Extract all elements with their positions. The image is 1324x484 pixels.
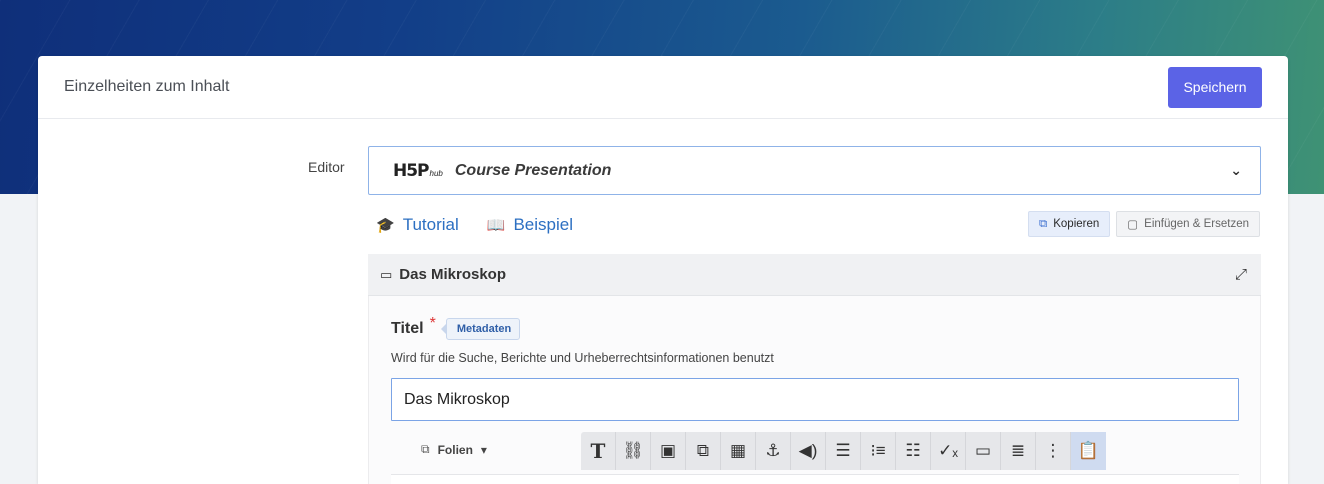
slide-canvas-top — [391, 474, 1239, 484]
caret-down-icon: ▾ — [480, 442, 487, 457]
card-header: Einzelheiten zum Inhalt Speichern — [38, 56, 1288, 119]
video-tool-icon[interactable]: ▦ — [721, 432, 756, 470]
slides-dropdown[interactable]: ⧉ Folien ▾ — [421, 442, 487, 457]
drag-text-tool-icon[interactable]: ▭ — [966, 432, 1001, 470]
tutorial-link[interactable]: 🎓 Tutorial — [376, 215, 459, 235]
content-toolbar: T ⛓ ▣ ⧉ ▦ ⚓ ◀) ☰ ⁝≡ ☷ ✓ₓ ▭ ≣ ⋮ 📋 — [581, 432, 1106, 470]
more-tool-icon[interactable]: ⋮ — [1036, 432, 1071, 470]
help-links: 🎓 Tutorial 📖 Beispiel — [376, 215, 573, 235]
copy-paste-actions: ⧉ Kopieren ▢ Einfügen & Ersetzen — [1028, 211, 1260, 237]
fullscreen-expand-icon[interactable]: ⤢ — [1235, 266, 1247, 283]
graduation-cap-icon: 🎓 — [376, 217, 395, 234]
anchor-tool-icon[interactable]: ⚓ — [756, 432, 791, 470]
link-tool-icon[interactable]: ⛓ — [616, 432, 651, 470]
chevron-down-icon[interactable]: ⌄ — [1230, 162, 1242, 179]
single-choice-tool-icon[interactable]: ⁝≡ — [861, 432, 896, 470]
multi-choice-tool-icon[interactable]: ☷ — [896, 432, 931, 470]
content-details-card: Einzelheiten zum Inhalt Speichern Editor… — [38, 56, 1288, 484]
slides-icon: ⧉ — [421, 442, 430, 456]
example-link[interactable]: 📖 Beispiel — [487, 215, 573, 235]
save-button[interactable]: Speichern — [1168, 66, 1262, 108]
section-body: Titel * Metadaten Wird für die Suche, Be… — [368, 296, 1261, 484]
summary-tool-icon[interactable]: ≣ — [1001, 432, 1036, 470]
page-title: Einzelheiten zum Inhalt — [64, 78, 230, 95]
image-tool-icon[interactable]: ▣ — [651, 432, 686, 470]
editor-select[interactable]: H5P hub Course Presentation ⌄ — [368, 146, 1261, 195]
editor-label: Editor — [308, 159, 345, 175]
section-title: Das Mikroskop — [399, 266, 506, 283]
title-field-description: Wird für die Suche, Berichte und Urheber… — [391, 351, 774, 365]
copy-icon: ⧉ — [1039, 217, 1048, 230]
title-field-label: Titel * Metadaten — [391, 315, 521, 340]
clipboard-icon: ▢ — [1127, 219, 1139, 231]
true-false-tool-icon[interactable]: ✓ₓ — [931, 432, 966, 470]
required-mark: * — [429, 315, 436, 332]
metadata-button[interactable]: Metadaten — [445, 318, 521, 340]
h5p-hub-logo: H5P hub — [393, 160, 443, 181]
copy-button[interactable]: ⧉ Kopieren — [1028, 211, 1111, 237]
presentation-icon: ▭ — [380, 266, 393, 282]
open-book-icon: 📖 — [486, 217, 506, 234]
shapes-tool-icon[interactable]: ⧉ — [686, 432, 721, 470]
paste-tool-icon[interactable]: 📋 — [1071, 432, 1106, 470]
audio-tool-icon[interactable]: ◀) — [791, 432, 826, 470]
fill-blanks-tool-icon[interactable]: ☰ — [826, 432, 861, 470]
selected-editor: Course Presentation — [454, 161, 612, 179]
title-input[interactable] — [391, 378, 1239, 421]
paste-replace-button[interactable]: ▢ Einfügen & Ersetzen — [1116, 211, 1260, 237]
text-tool-icon[interactable]: T — [581, 432, 616, 470]
section-header[interactable]: ▭ Das Mikroskop ⤢ — [368, 254, 1261, 296]
